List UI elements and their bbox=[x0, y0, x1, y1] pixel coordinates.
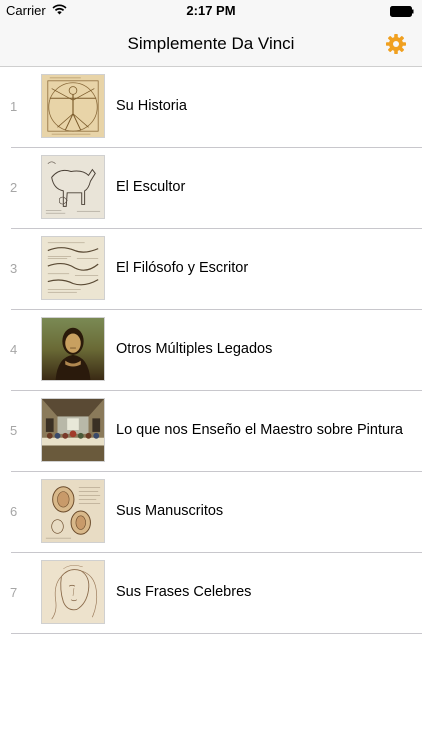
row-index: 2 bbox=[10, 180, 18, 195]
row-label: Sus Manuscritos bbox=[116, 503, 224, 519]
row-label: El Escultor bbox=[116, 179, 186, 195]
list-item[interactable]: 4 Otros Múltiples Legados bbox=[0, 310, 422, 391]
row-index: 5 bbox=[10, 423, 18, 438]
row-label: Otros Múltiples Legados bbox=[116, 341, 273, 357]
battery-icon bbox=[390, 5, 414, 17]
mona-lisa-thumbnail bbox=[41, 317, 105, 381]
anatomical-sketch-thumbnail bbox=[41, 479, 105, 543]
row-index: 6 bbox=[10, 504, 18, 519]
row-label: El Filósofo y Escritor bbox=[116, 260, 249, 276]
list-item[interactable]: 6 Sus Manuscritos bbox=[0, 472, 422, 553]
chapter-list: 1 Su Historia 2 El Escultor 3 El Filósof… bbox=[0, 67, 422, 634]
manuscript-sketch-thumbnail bbox=[41, 236, 105, 300]
row-label: Sus Frases Celebres bbox=[116, 584, 252, 600]
row-label: Lo que nos Enseño el Maestro sobre Pintu… bbox=[116, 422, 403, 438]
gear-icon bbox=[386, 34, 406, 54]
list-item[interactable]: 5 Lo que nos Enseño el Maestro sobre Pin… bbox=[0, 391, 422, 472]
list-item[interactable]: 3 El Filósofo y Escritor bbox=[0, 229, 422, 310]
portrait-sketch-thumbnail bbox=[41, 560, 105, 624]
page-title: Simplemente Da Vinci bbox=[127, 34, 295, 53]
list-item[interactable]: 7 Sus Frases Celebres bbox=[0, 553, 422, 634]
status-time: 2:17 PM bbox=[186, 3, 236, 18]
row-index: 1 bbox=[10, 99, 18, 114]
vitruvian-man-thumbnail bbox=[41, 74, 105, 138]
row-index: 3 bbox=[10, 261, 18, 276]
row-index: 4 bbox=[10, 342, 18, 357]
horse-sketch-thumbnail bbox=[41, 155, 105, 219]
settings-button[interactable] bbox=[384, 32, 408, 56]
list-item[interactable]: 2 El Escultor bbox=[0, 148, 422, 229]
navigation-bar: Simplemente Da Vinci bbox=[0, 22, 422, 67]
app-screen: Carrier 2:17 PM Simplemente Da Vinci 1 S… bbox=[0, 0, 422, 750]
last-supper-thumbnail bbox=[41, 398, 105, 462]
row-index: 7 bbox=[10, 585, 18, 600]
list-item[interactable]: 1 Su Historia bbox=[0, 67, 422, 148]
row-label: Su Historia bbox=[116, 98, 187, 114]
status-bar: Carrier 2:17 PM bbox=[0, 0, 422, 22]
